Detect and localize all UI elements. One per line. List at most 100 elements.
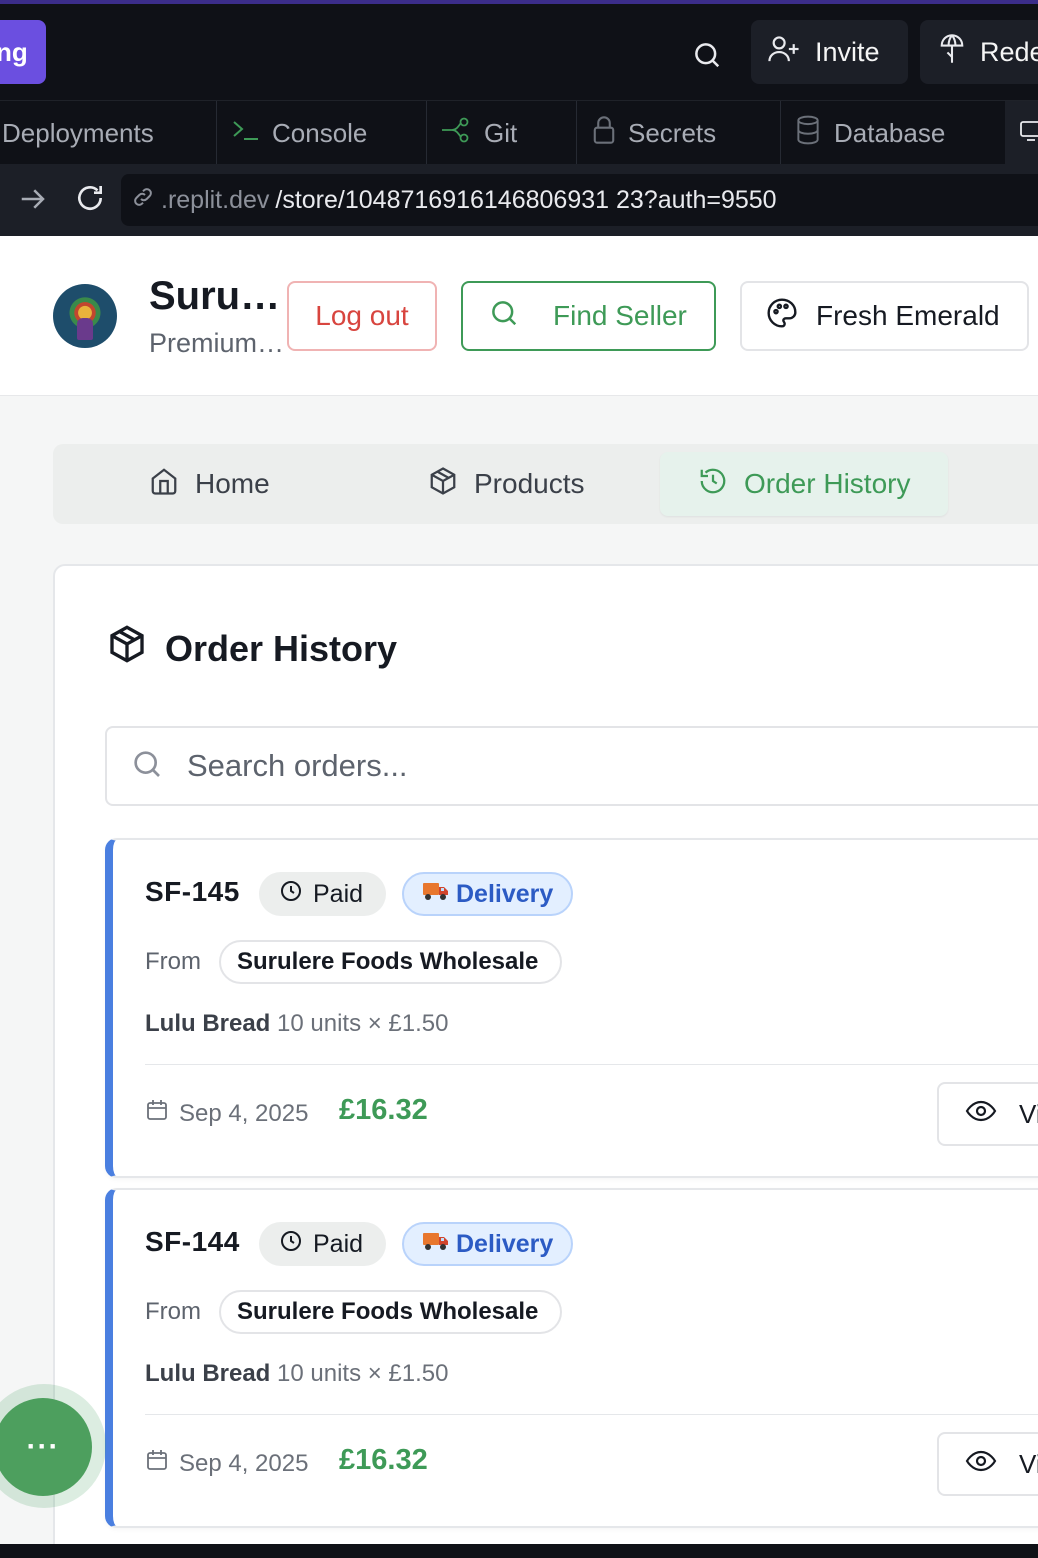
search-icon	[489, 298, 519, 335]
nav-order-history[interactable]: Order History	[660, 452, 949, 516]
search-orders-field[interactable]	[105, 726, 1038, 806]
item-detail: 10 units × £1.50	[277, 1010, 449, 1037]
truck-icon	[422, 1230, 450, 1259]
tab-database[interactable]: Database	[794, 101, 945, 165]
bottom-frame	[0, 1544, 1038, 1558]
order-date: Sep 4, 2025	[145, 1448, 308, 1479]
card-title: Order History	[107, 624, 397, 673]
tab-divider	[780, 101, 781, 165]
item-name: Lulu Bread	[145, 1010, 271, 1037]
tab-secrets[interactable]: Secrets	[592, 101, 716, 165]
url-host: .replit.dev	[161, 185, 270, 214]
delivery-label: Delivery	[456, 879, 554, 908]
tab-divider	[426, 101, 427, 165]
clock-icon	[279, 879, 303, 910]
nav-products-label: Products	[474, 468, 585, 499]
tab-label: Console	[272, 117, 368, 148]
order-history-card: Order History SF-145 Paid Delivery	[53, 564, 1038, 1544]
order-date-text: Sep 4, 2025	[179, 1099, 309, 1127]
find-seller-label: Find Seller	[553, 300, 687, 331]
order-date: Sep 4, 2025	[145, 1098, 308, 1129]
tab-divider	[576, 101, 577, 165]
order-date-text: Sep 4, 2025	[179, 1449, 309, 1477]
from-label: From	[145, 1298, 201, 1325]
order-total: £16.32	[339, 1444, 428, 1476]
run-button-label: ng	[0, 37, 28, 67]
tab-webview[interactable]	[1005, 101, 1038, 165]
store-header: Surulere Foods Wholesale Premium Foods L…	[0, 236, 1038, 396]
store-app: Surulere Foods Wholesale Premium Foods L…	[0, 236, 1038, 1544]
seller-chip: Surulere Foods Wholesale	[219, 940, 562, 984]
find-seller-button[interactable]: Find Seller	[461, 281, 716, 351]
url-input[interactable]: .replit.dev/store/1048716916146806931 23…	[121, 174, 1038, 226]
reload-icon[interactable]	[74, 182, 106, 219]
workspace-tabs: Deployments Console Git Secrets Database	[0, 100, 1038, 165]
card-title-text: Order History	[165, 627, 398, 669]
tab-deployments[interactable]: Deployments	[2, 101, 154, 165]
tab-label: Git	[484, 117, 518, 148]
run-button[interactable]: ng	[0, 20, 46, 84]
search-icon[interactable]	[686, 34, 728, 76]
link-icon	[131, 185, 155, 216]
palette-icon	[766, 297, 798, 336]
order-divider	[145, 1414, 1038, 1415]
database-icon	[794, 115, 822, 152]
git-icon	[440, 116, 472, 151]
nav-home[interactable]: Home	[149, 452, 270, 516]
redeploy-button[interactable]: Redeploy	[920, 20, 1038, 84]
order-card[interactable]: SF-145 Paid Delivery From Surulere Foods…	[105, 838, 1038, 1178]
logout-label: Log out	[315, 300, 409, 331]
home-icon	[149, 466, 179, 503]
order-id: SF-144	[145, 1226, 240, 1257]
tab-console[interactable]: Console	[232, 101, 367, 165]
invite-button[interactable]: Invite	[751, 20, 908, 84]
tab-git[interactable]: Git	[440, 101, 517, 165]
more-dots-icon: ···	[26, 1430, 60, 1463]
add-user-icon	[767, 34, 801, 71]
view-order-button[interactable]: View	[937, 1432, 1038, 1496]
logout-button[interactable]: Log out	[287, 281, 437, 351]
delivery-badge: Delivery	[402, 1222, 573, 1266]
store-subtitle: Premium Foods	[149, 328, 285, 358]
order-divider	[145, 1064, 1038, 1065]
delivery-label: Delivery	[456, 1229, 554, 1258]
view-order-button[interactable]: View	[937, 1082, 1038, 1146]
delivery-badge: Delivery	[402, 872, 573, 916]
history-icon	[698, 466, 728, 503]
theme-button[interactable]: Fresh Emerald	[740, 281, 1029, 351]
terminal-icon	[232, 118, 260, 149]
status-badge: Paid	[259, 872, 386, 916]
tab-label: Secrets	[628, 117, 717, 148]
item-name: Lulu Bread	[145, 1360, 271, 1387]
status-label: Paid	[313, 1229, 364, 1258]
tab-divider	[216, 101, 217, 165]
store-nav-tabs: Home Products Order History	[53, 444, 1038, 524]
order-card[interactable]: SF-144 Paid Delivery From Surulere Foods…	[105, 1188, 1038, 1528]
redeploy-label: Redeploy	[980, 36, 1038, 67]
store-logo	[53, 284, 117, 348]
truck-icon	[422, 880, 450, 909]
tab-label: Database	[834, 117, 946, 148]
eye-icon	[965, 1099, 997, 1130]
invite-label: Invite	[815, 36, 880, 67]
search-orders-input[interactable]	[187, 748, 987, 784]
workspace-topbar: ng Invite Redeploy	[0, 4, 1038, 100]
forward-arrow-icon[interactable]	[18, 184, 48, 219]
package-icon	[107, 624, 147, 673]
status-badge: Paid	[259, 1222, 386, 1266]
item-detail: 10 units × £1.50	[277, 1360, 449, 1387]
search-icon	[131, 748, 163, 785]
nav-order-history-label: Order History	[744, 468, 911, 499]
order-item-line: Lulu Bread 10 units × £1.50	[145, 1010, 448, 1038]
eye-icon	[965, 1449, 997, 1480]
nav-home-label: Home	[195, 468, 270, 499]
deploy-icon	[938, 33, 966, 72]
store-name: Surulere Foods Wholesale	[149, 274, 285, 318]
lock-icon	[592, 115, 616, 152]
calendar-icon	[145, 1448, 169, 1479]
url-path: /store/1048716916146806931 23?auth=9550	[275, 185, 777, 214]
view-label: View	[1019, 1098, 1038, 1129]
package-icon	[428, 466, 458, 503]
nav-products[interactable]: Products	[428, 452, 585, 516]
from-label: From	[145, 948, 201, 975]
